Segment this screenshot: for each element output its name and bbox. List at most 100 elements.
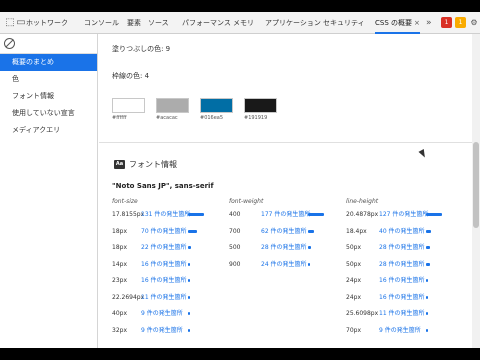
occurrences-link[interactable]: 16 件の発生箇所 (379, 277, 425, 285)
column-header: font-weight (229, 198, 264, 205)
sidebar-item-2[interactable]: フォント情報 (0, 88, 97, 105)
error-badge[interactable]: 1 (441, 17, 452, 28)
font-stat-value: 18px (112, 227, 127, 235)
scrollbar-thumb[interactable] (473, 142, 479, 228)
section-divider (99, 142, 472, 143)
font-stat-row: 70px 9 件の発生箇所 (346, 327, 458, 343)
font-stat-row: 32px 9 件の発生箇所 (112, 327, 224, 343)
occurrences-bar (308, 213, 324, 216)
more-tabs-icon[interactable]: » (426, 12, 432, 34)
main-scrollbar[interactable] (472, 34, 480, 348)
font-stat-value: 18px (112, 244, 127, 251)
occurrences-link[interactable]: 22 件の発生箇所 (141, 244, 187, 252)
occurrences-link[interactable]: 16 件の発生箇所 (379, 294, 425, 302)
occurrences-bar (426, 246, 430, 249)
font-stat-value: 700 (229, 227, 241, 235)
color-swatch-label: #ffffff (112, 115, 127, 121)
occurrences-link[interactable]: 28 件の発生箇所 (261, 244, 307, 252)
tab-3[interactable]: ソース (148, 12, 169, 34)
occurrences-link[interactable]: 9 件の発生箇所 (141, 327, 183, 335)
font-info-title: フォント情報 (129, 160, 177, 169)
font-stat-value: 23px (112, 277, 127, 284)
occurrences-bar (188, 328, 190, 332)
clear-overview-icon[interactable] (4, 38, 15, 49)
color-swatch[interactable] (112, 98, 145, 113)
font-stat-value: 22.2694px (112, 293, 145, 301)
devtools-tab-bar: ⬚ ▭ ホットワーク コンソール 要素 ソース パフォーマンス メモリ アプリケーション セキ… (0, 12, 480, 34)
color-swatch-label: #acacac (156, 115, 178, 121)
tab-7[interactable]: セキュリティ (323, 12, 365, 34)
tab-css-overview-label: CSS の概要 (375, 19, 412, 27)
border-colors-label: 枠線の色: 4 (112, 72, 150, 80)
occurrences-bar (188, 279, 190, 282)
tab-2[interactable]: 要素 (127, 12, 141, 34)
sidebar-item-4[interactable]: メディアクエリ (0, 122, 97, 139)
occurrences-bar (308, 229, 314, 233)
font-stat-value: 32px (112, 326, 127, 334)
occurrences-link[interactable]: 28 件の発生箇所 (379, 261, 425, 269)
occurrences-link[interactable]: 11 件の発生箇所 (379, 310, 425, 318)
font-stat-row: 18.4px 40 件の発生箇所 (346, 228, 458, 244)
occurrences-bar (426, 279, 428, 282)
tab-6[interactable]: アプリケーション (265, 12, 321, 34)
font-stat-row: 24px 16 件の発生箇所 (346, 277, 458, 293)
font-stat-row: 22.2694px 11 件の発生箇所 (112, 294, 224, 310)
color-swatch-label: #191919 (244, 115, 268, 121)
font-stat-row: 20.4878px 127 件の発生箇所 (346, 211, 458, 227)
occurrences-link[interactable]: 177 件の発生箇所 (261, 211, 310, 219)
occurrences-bar (188, 262, 190, 266)
occurrences-link[interactable]: 131 件の発生箇所 (141, 211, 190, 219)
occurrences-link[interactable]: 11 件の発生箇所 (141, 294, 187, 302)
sidebar-item-1[interactable]: 色 (0, 71, 97, 88)
font-family-name: "Noto Sans JP", sans-serif (112, 182, 214, 190)
color-swatch[interactable] (200, 98, 233, 113)
tab-5[interactable]: メモリ (233, 12, 254, 34)
close-icon[interactable]: × (414, 19, 420, 27)
occurrences-link[interactable]: 16 件の発生箇所 (141, 277, 187, 285)
settings-icon[interactable]: ⚙ (467, 16, 480, 30)
tab-css-overview[interactable]: CSS の概要 × (375, 12, 420, 34)
sidebar-toolbar (0, 34, 97, 54)
occurrences-link[interactable]: 40 件の発生箇所 (379, 228, 425, 236)
font-stat-value: 70px (346, 326, 361, 334)
font-stat-row: 50px 28 件の発生箇所 (346, 261, 458, 277)
sidebar-item-3[interactable]: 使用していない宣言 (0, 105, 97, 122)
occurrences-link[interactable]: 28 件の発生箇所 (379, 244, 425, 252)
font-stat-value: 500 (229, 244, 241, 251)
color-swatch[interactable] (156, 98, 189, 113)
warning-badge[interactable]: 1 (455, 17, 466, 28)
font-stat-value: 40px (112, 310, 127, 317)
font-stat-row: 700 62 件の発生箇所 (229, 228, 341, 244)
font-stat-value: 20.4878px (346, 211, 379, 218)
font-stat-value: 50px (346, 260, 361, 268)
tab-0[interactable]: ホットワーク (26, 12, 68, 34)
font-stat-row: 18px 70 件の発生箇所 (112, 228, 224, 244)
font-stat-row: 900 24 件の発生箇所 (229, 261, 341, 277)
sidebar-nav: 概要のまとめ色フォント情報 使用していない宣言 メディアクエリ (0, 54, 97, 139)
occurrences-link[interactable]: 9 件の発生箇所 (141, 310, 183, 318)
occurrences-link[interactable]: 62 件の発生箇所 (261, 228, 307, 236)
occurrences-bar (426, 295, 428, 299)
font-info-icon: Aa (114, 160, 125, 169)
font-stat-value: 25.6098px (346, 310, 379, 317)
sidebar-item-0[interactable]: 概要のまとめ (0, 54, 97, 71)
occurrences-link[interactable]: 127 件の発生箇所 (379, 211, 428, 219)
font-stat-row: 14px 16 件の発生箇所 (112, 261, 224, 277)
occurrences-bar (308, 246, 311, 249)
color-swatch[interactable] (244, 98, 277, 113)
font-stat-row: 23px 16 件の発生箇所 (112, 277, 224, 293)
occurrences-bar (308, 262, 310, 266)
font-stat-row: 500 28 件の発生箇所 (229, 244, 341, 260)
font-stat-row: 17.8155px 131 件の発生箇所 (112, 211, 224, 227)
font-stat-row: 24px 16 件の発生箇所 (346, 294, 458, 310)
occurrences-link[interactable]: 16 件の発生箇所 (141, 261, 187, 269)
occurrences-bar (426, 262, 430, 266)
occurrences-link[interactable]: 9 件の発生箇所 (379, 327, 421, 335)
occurrences-link[interactable]: 70 件の発生箇所 (141, 228, 187, 236)
occurrences-link[interactable]: 24 件の発生箇所 (261, 261, 307, 269)
tab-1[interactable]: コンソール (84, 12, 119, 34)
tab-4[interactable]: パフォーマンス (182, 12, 231, 34)
font-stat-value: 14px (112, 260, 127, 268)
css-overview-main: 塗りつぶしの色: 9 枠線の色: 4 #ffffff #acacac #016ea5… (99, 34, 472, 348)
font-stat-value: 17.8155px (112, 211, 145, 218)
